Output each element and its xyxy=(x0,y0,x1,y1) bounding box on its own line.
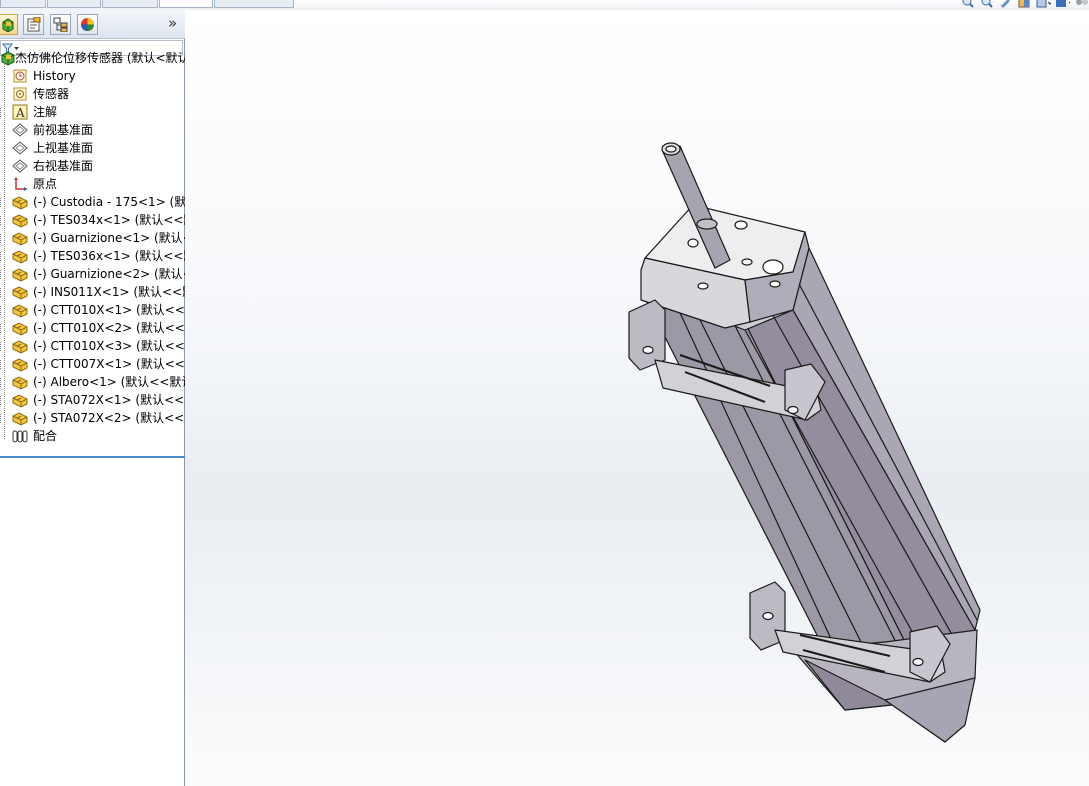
tree-item[interactable]: (-) CTT010X<3> (默认<<默 xyxy=(0,337,190,355)
plane-icon xyxy=(12,140,28,156)
panel-expand-button[interactable]: » xyxy=(168,15,177,32)
hide-show-items-icon[interactable] xyxy=(1074,0,1089,8)
part-icon xyxy=(12,320,28,336)
tree-item-label: (-) STA072X<2> (默认<<默 xyxy=(33,411,190,425)
tree-item-label: (-) STA072X<1> (默认<<默 xyxy=(33,393,190,407)
displacement-sensor-model[interactable] xyxy=(185,10,1089,786)
tree-item-label: 注解 xyxy=(33,105,58,119)
part-icon xyxy=(12,230,28,246)
plane-icon xyxy=(12,158,28,174)
tree-item[interactable]: (-) STA072X<2> (默认<<默 xyxy=(0,409,190,427)
part-icon xyxy=(12,302,28,318)
command-manager-strip xyxy=(0,0,1089,10)
tree-item[interactable]: History xyxy=(0,67,190,85)
view-orientation-icon[interactable] xyxy=(1036,0,1051,8)
tab-property-manager[interactable] xyxy=(23,14,44,35)
plane-icon xyxy=(12,122,28,138)
configuration-manager-icon xyxy=(53,17,68,32)
tree-item[interactable]: 原点 xyxy=(0,175,190,193)
tab-appearance-manager[interactable] xyxy=(77,14,98,35)
tree-bottom-divider xyxy=(0,456,192,458)
display-style-icon[interactable] xyxy=(1055,0,1070,8)
tree-item-label: 上视基准面 xyxy=(33,141,94,155)
feature-manager-icon xyxy=(2,17,13,32)
tree-item-label: 原点 xyxy=(33,177,58,191)
part-icon xyxy=(12,266,28,282)
part-icon xyxy=(12,392,28,408)
section-view-icon[interactable] xyxy=(1017,0,1032,8)
tree-item[interactable]: (-) Guarnizione<1> (默认< xyxy=(0,229,190,247)
tree-item-label: (-) CTT007X<1> (默认<<默 xyxy=(33,357,190,371)
tree-item-label: History xyxy=(33,69,76,83)
tree-item-label: (-) TES036x<1> (默认<<默 xyxy=(33,249,190,263)
part-icon xyxy=(12,194,28,210)
manager-tab-bar: » xyxy=(0,10,185,39)
tree-item[interactable]: 右视基准面 xyxy=(0,157,190,175)
heads-up-view-toolbar xyxy=(960,0,1089,10)
appearance-manager-icon xyxy=(81,18,94,31)
tree-item[interactable]: 前视基准面 xyxy=(0,121,190,139)
tree-item[interactable]: 传感器 xyxy=(0,85,190,103)
svg-text:A: A xyxy=(15,106,25,120)
part-icon xyxy=(12,284,28,300)
tree-item[interactable]: (-) CTT010X<2> (默认<<默 xyxy=(0,319,190,337)
tree-item-label: (-) INS011X<1> (默认<<默 xyxy=(33,285,190,299)
tree-item-label: 配合 xyxy=(33,429,58,443)
tree-item[interactable]: (-) TES036x<1> (默认<<默 xyxy=(0,247,190,265)
zoom-area-icon[interactable] xyxy=(979,0,994,8)
command-tab[interactable] xyxy=(102,0,158,8)
tree-item-label: (-) CTT010X<3> (默认<<默 xyxy=(33,339,190,353)
tree-item[interactable]: (-) CTT007X<1> (默认<<默 xyxy=(0,355,190,373)
feature-tree: 杰仿佛伦位移传感器 (默认<默认 History 传感器 A 注解前视基准面上视基准面右… xyxy=(0,49,192,449)
tree-connector-lines xyxy=(4,61,12,439)
tree-item-label: (-) CTT010X<2> (默认<<默 xyxy=(33,321,190,335)
tree-item-label: (-) TES034x<1> (默认<<默 xyxy=(33,213,190,227)
tree-item[interactable]: (-) Albero<1> (默认<<默认 xyxy=(0,373,190,391)
property-manager-icon xyxy=(27,17,41,32)
part-icon xyxy=(12,248,28,264)
part-icon xyxy=(12,212,28,228)
tree-item[interactable]: (-) INS011X<1> (默认<<默 xyxy=(0,283,190,301)
zoom-to-fit-icon[interactable] xyxy=(960,0,975,8)
tree-item[interactable]: (-) TES034x<1> (默认<<默 xyxy=(0,211,190,229)
mounting-clip-upper xyxy=(628,299,666,371)
command-tab[interactable] xyxy=(214,0,294,8)
part-icon xyxy=(12,374,28,390)
command-tab[interactable] xyxy=(159,0,213,8)
tree-root-assembly[interactable]: 杰仿佛伦位移传感器 (默认<默认 xyxy=(0,49,190,67)
previous-view-icon[interactable] xyxy=(998,0,1013,8)
tree-item[interactable]: 上视基准面 xyxy=(0,139,190,157)
annotations-icon: A xyxy=(12,104,28,120)
tree-item-label: (-) Custodia - 175<1> (默认 xyxy=(33,195,190,209)
tree-item[interactable]: (-) CTT010X<1> (默认<<默 xyxy=(0,301,190,319)
tree-item-label: 右视基准面 xyxy=(33,159,94,173)
graphics-area[interactable] xyxy=(185,10,1089,786)
tree-item-label: 前视基准面 xyxy=(33,123,94,137)
command-tab[interactable] xyxy=(0,0,46,8)
part-icon xyxy=(12,356,28,372)
history-icon xyxy=(12,68,28,84)
part-icon xyxy=(12,338,28,354)
tree-root-label: 杰仿佛伦位移传感器 (默认<默认 xyxy=(15,51,190,65)
tree-item[interactable]: A 注解 xyxy=(0,103,190,121)
origin-icon xyxy=(12,176,28,192)
tree-item[interactable]: (-) Custodia - 175<1> (默认 xyxy=(0,193,190,211)
tree-item-label: (-) Guarnizione<2> (默认< xyxy=(33,267,190,281)
tab-feature-manager[interactable] xyxy=(0,14,18,35)
command-tab[interactable] xyxy=(47,0,101,8)
tree-item-label: (-) Albero<1> (默认<<默认 xyxy=(33,375,190,389)
tree-item-label: (-) CTT010X<1> (默认<<默 xyxy=(33,303,190,317)
tree-item[interactable]: 配合 xyxy=(0,427,190,445)
tab-configuration-manager[interactable] xyxy=(50,14,71,35)
tree-item[interactable]: (-) Guarnizione<2> (默认< xyxy=(0,265,190,283)
tree-item[interactable]: (-) STA072X<1> (默认<<默 xyxy=(0,391,190,409)
part-icon xyxy=(12,410,28,426)
tree-item-label: 传感器 xyxy=(33,87,70,101)
sensor-icon xyxy=(12,86,28,102)
tree-item-label: (-) Guarnizione<1> (默认< xyxy=(33,231,190,245)
mates-icon xyxy=(12,428,28,444)
